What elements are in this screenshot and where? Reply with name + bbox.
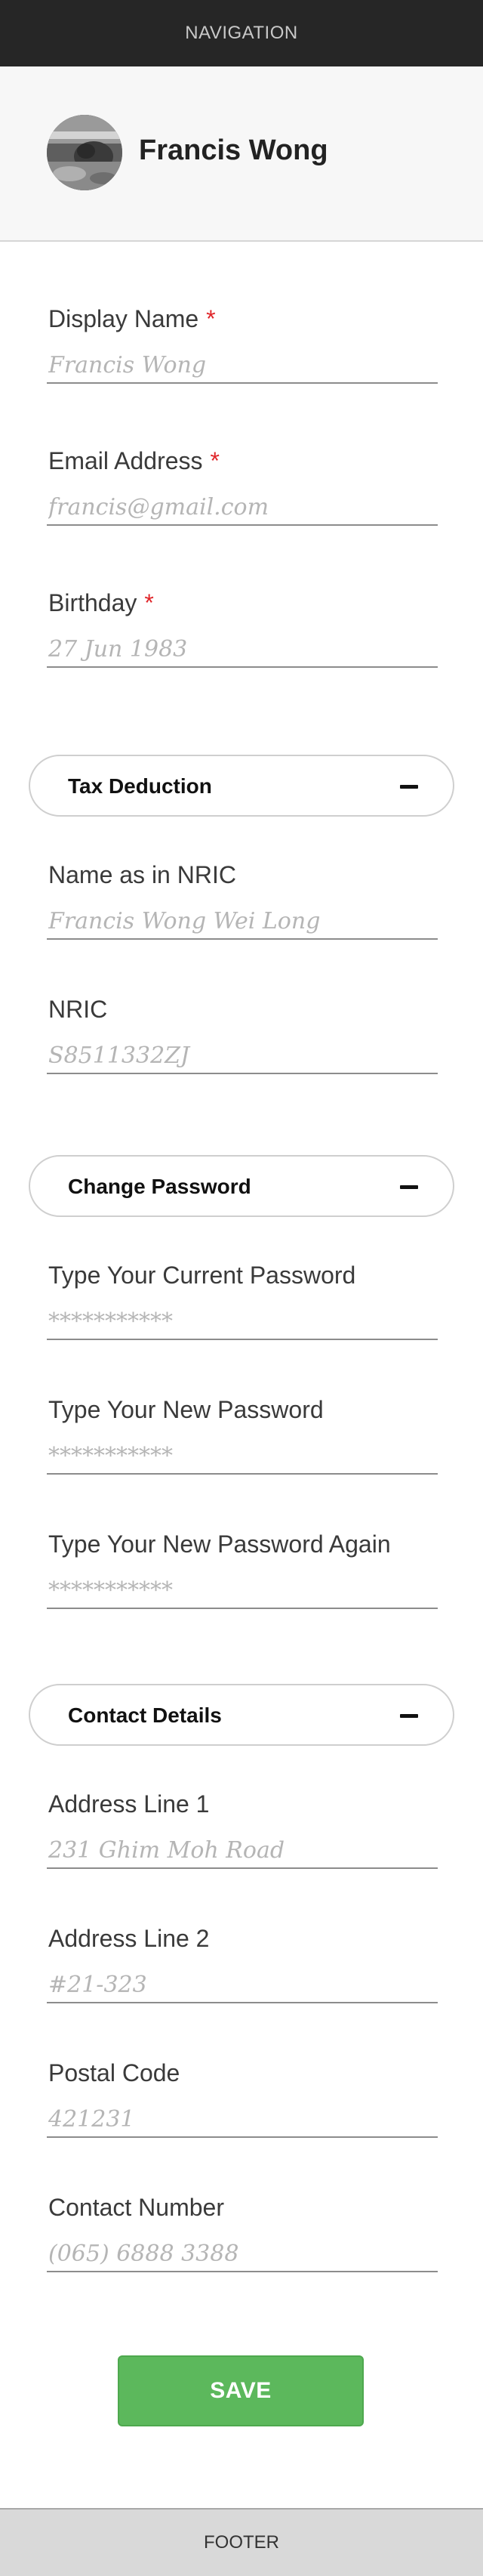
new-password-label: Type Your New Password xyxy=(48,1396,324,1423)
footer-label: FOOTER xyxy=(204,2532,279,2553)
email-address-input[interactable] xyxy=(47,490,438,526)
current-password-label: Type Your Current Password xyxy=(48,1262,356,1289)
display-name-input[interactable] xyxy=(47,347,438,384)
required-marker: * xyxy=(206,305,216,332)
minus-icon[interactable] xyxy=(400,1185,418,1189)
profile-header: Francis Wong xyxy=(0,66,483,242)
name-as-in-nric-input[interactable] xyxy=(47,903,438,940)
avatar-photo-icon xyxy=(47,115,122,190)
tax-deduction-section-header[interactable]: Tax Deduction xyxy=(29,755,454,817)
confirm-password-label: Type Your New Password Again xyxy=(48,1530,391,1558)
address-line-1-label: Address Line 1 xyxy=(48,1790,210,1818)
minus-icon[interactable] xyxy=(400,1714,418,1718)
postal-code-input[interactable] xyxy=(47,2102,438,2138)
change-password-section-header[interactable]: Change Password xyxy=(29,1155,454,1217)
navigation-label: NAVIGATION xyxy=(185,23,298,43)
nric-label: NRIC xyxy=(48,996,108,1023)
footer: FOOTER xyxy=(0,2508,483,2576)
birthday-input[interactable] xyxy=(47,632,438,668)
save-button[interactable]: SAVE xyxy=(118,2355,364,2426)
tax-deduction-title: Tax Deduction xyxy=(68,774,212,798)
required-marker: * xyxy=(210,447,220,474)
new-password-input[interactable] xyxy=(47,1438,438,1475)
email-address-label: Email Address * xyxy=(48,447,220,474)
contact-details-title: Contact Details xyxy=(68,1703,222,1727)
profile-name: Francis Wong xyxy=(139,134,328,166)
display-name-label: Display Name * xyxy=(48,305,216,332)
confirm-password-input[interactable] xyxy=(47,1573,438,1609)
required-marker: * xyxy=(144,589,154,616)
nric-input[interactable] xyxy=(47,1038,438,1074)
navigation-bar[interactable]: NAVIGATION xyxy=(0,0,483,66)
change-password-title: Change Password xyxy=(68,1175,251,1198)
minus-icon[interactable] xyxy=(400,785,418,789)
avatar[interactable] xyxy=(47,115,122,190)
address-line-2-label: Address Line 2 xyxy=(48,1925,210,1952)
current-password-input[interactable] xyxy=(47,1304,438,1340)
address-line-1-input[interactable] xyxy=(47,1833,438,1869)
address-line-2-input[interactable] xyxy=(47,1967,438,2003)
postal-code-label: Postal Code xyxy=(48,2059,180,2086)
contact-details-section-header[interactable]: Contact Details xyxy=(29,1684,454,1746)
birthday-label: Birthday * xyxy=(48,589,154,616)
contact-number-label: Contact Number xyxy=(48,2194,224,2221)
name-as-in-nric-label: Name as in NRIC xyxy=(48,861,236,888)
contact-number-input[interactable] xyxy=(47,2236,438,2272)
